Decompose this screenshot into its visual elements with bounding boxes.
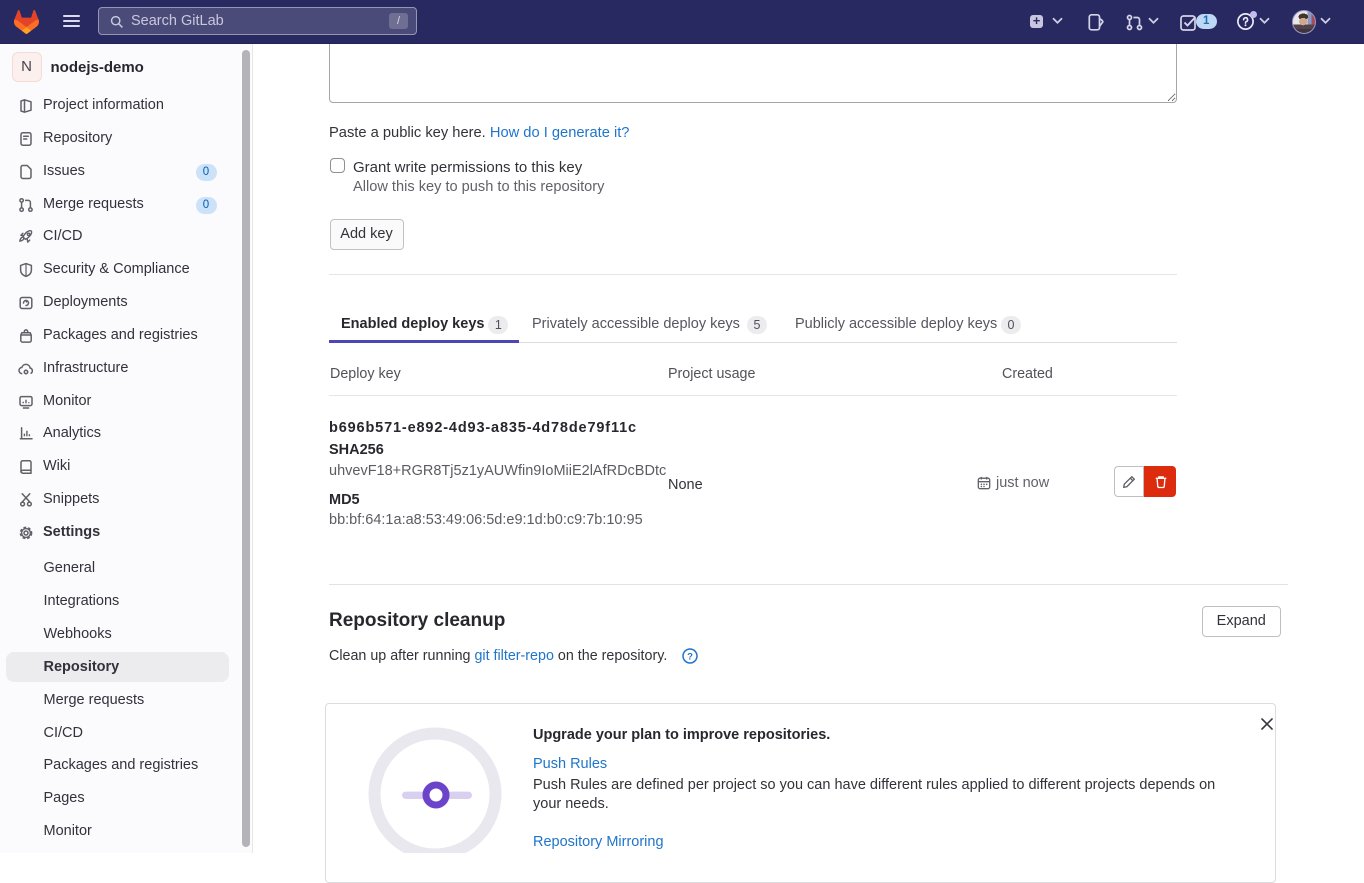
svg-text:?: ?: [687, 651, 693, 662]
